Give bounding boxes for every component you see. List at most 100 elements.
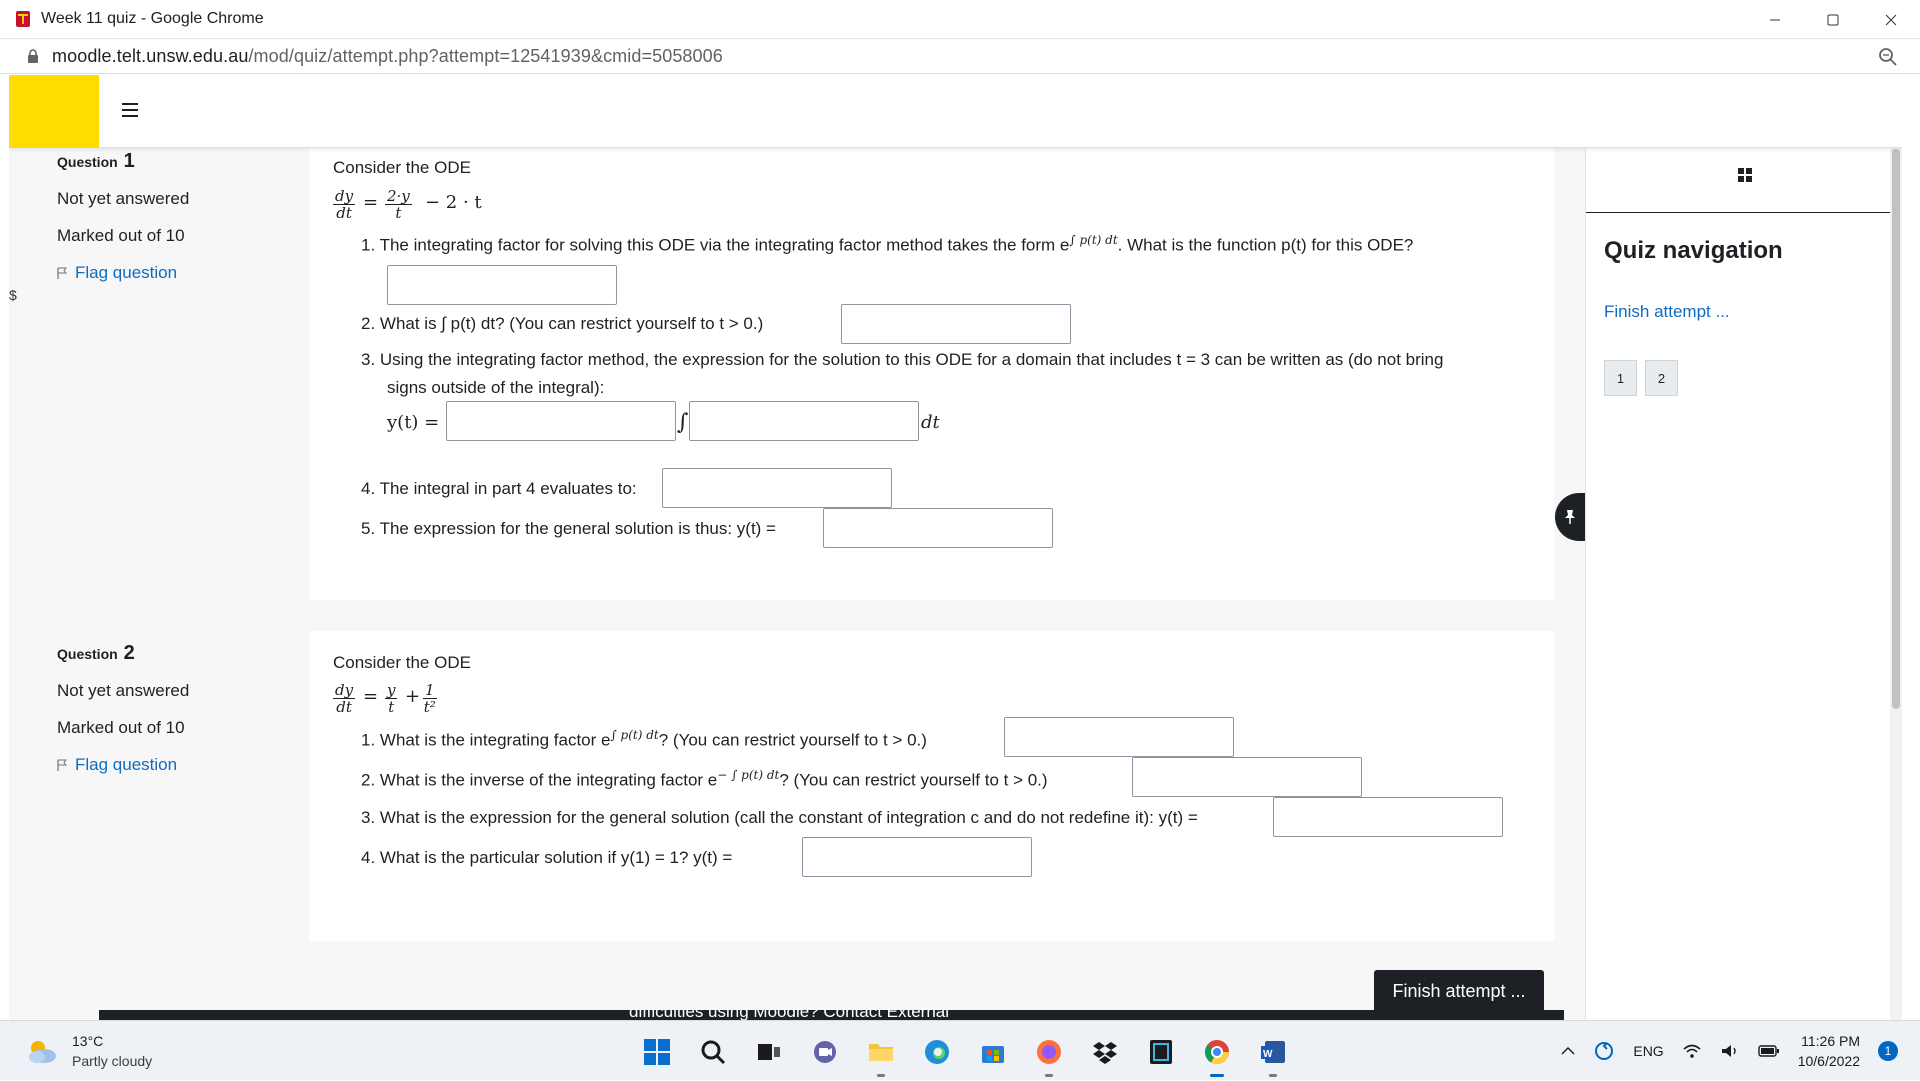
question-intro: Consider the ODE [333, 653, 471, 672]
question-2-info: Question 2 Not yet answered Marked out of… [57, 642, 277, 775]
firefox-icon[interactable] [1032, 1035, 1066, 1077]
q2-item-3: 3. What is the expression for the genera… [361, 808, 1198, 827]
q1-answer-2[interactable] [841, 304, 1071, 344]
q1-item-3: 3. Using the integrating factor method, … [361, 350, 1444, 369]
system-tray: ENG 11:26 PM 10/6/2022 1 [1561, 1021, 1898, 1081]
pin-icon [1565, 510, 1575, 524]
windows-taskbar: 13°C Partly cloudy W ENG 11:26 PM 10/6/2… [0, 1020, 1920, 1080]
q2-answer-4[interactable] [802, 837, 1032, 877]
sync-icon[interactable] [1593, 1040, 1615, 1062]
ode-rhs-rest: − 2 · t [425, 192, 482, 213]
drawer-title: Quiz navigation [1604, 237, 1783, 264]
task-view-icon[interactable] [752, 1035, 786, 1069]
unsw-crest-icon [16, 11, 30, 27]
question-grade: Marked out of 10 [57, 226, 185, 245]
q2-item-1: 1. What is the integrating factor e∫ p(t… [361, 728, 927, 750]
question-nav-buttons: 1 2 [1604, 360, 1678, 396]
close-icon[interactable] [1862, 0, 1920, 39]
scrollbar-thumb[interactable] [1892, 149, 1900, 709]
dropbox-icon[interactable] [1088, 1035, 1122, 1069]
file-explorer-icon[interactable] [864, 1035, 898, 1077]
weather-condition: Partly cloudy [72, 1053, 153, 1069]
site-logo[interactable] [9, 75, 99, 148]
q2-answer-3[interactable] [1273, 797, 1503, 837]
q2-answer-1[interactable] [1004, 717, 1234, 757]
clock-time: 11:26 PM [1801, 1033, 1860, 1049]
lock-icon[interactable] [27, 48, 39, 64]
finish-attempt-link[interactable]: Finish attempt ... [1604, 302, 1730, 322]
page-scrollbar[interactable] [1890, 75, 1902, 1020]
q1-answer-5[interactable] [823, 508, 1053, 548]
volume-icon[interactable] [1720, 1043, 1740, 1059]
chrome-icon[interactable] [1200, 1035, 1234, 1077]
q1-item-2: 2. What is ∫ p(t) dt? (You can restrict … [361, 314, 764, 333]
question-number: Question 1 [57, 150, 135, 172]
q1-solution-lhs: y(t) = [387, 412, 440, 433]
finish-attempt-button[interactable]: Finish attempt ... [1374, 970, 1544, 1013]
store-icon[interactable] [976, 1035, 1010, 1069]
footer-text[interactable]: difficulties using Moodle? Contact Exter… [629, 1010, 949, 1020]
question-state: Not yet answered [57, 681, 190, 700]
zoom-icon[interactable] [1878, 47, 1898, 67]
start-icon[interactable] [640, 1035, 674, 1069]
page-footer: difficulties using Moodle? Contact Exter… [99, 1010, 1564, 1020]
q1-answer-1[interactable] [387, 265, 617, 305]
q1-item-3-cont: signs outside of the integral): [387, 378, 605, 397]
q2-answer-2[interactable] [1132, 757, 1362, 797]
clock-date: 10/6/2022 [1797, 1053, 1860, 1069]
question-number: Question 2 [57, 642, 135, 664]
question-nav-button-1[interactable]: 1 [1604, 360, 1637, 396]
address-bar[interactable]: moodle.telt.unsw.edu.au/mod/quiz/attempt… [0, 39, 1920, 74]
q1-item-5: 5. The expression for the general soluti… [361, 519, 776, 538]
edge-icon[interactable] [920, 1035, 954, 1069]
language-indicator[interactable]: ENG [1633, 1043, 1663, 1059]
q1-answer-3a[interactable] [446, 401, 676, 441]
notification-badge[interactable]: 1 [1878, 1041, 1898, 1061]
flag-icon [57, 759, 67, 771]
ode-plus: + [405, 686, 421, 707]
weather-widget[interactable]: 13°C Partly cloudy [24, 1033, 152, 1069]
edge-glyph: $ [9, 287, 17, 303]
search-icon[interactable] [696, 1035, 730, 1069]
notebook-app-icon[interactable] [1144, 1035, 1178, 1069]
ode-fraction-2: 1 t² [423, 681, 437, 716]
q1-answer-4[interactable] [662, 468, 892, 508]
chevron-up-icon[interactable] [1561, 1046, 1575, 1056]
taskbar-clock[interactable]: 11:26 PM 10/6/2022 [1798, 1031, 1860, 1071]
drawer-toggle-button[interactable] [1555, 493, 1585, 541]
question-grade: Marked out of 10 [57, 718, 185, 737]
q1-item-1: 1. The integrating factor for solving th… [361, 233, 1414, 255]
question-nav-button-2[interactable]: 2 [1645, 360, 1678, 396]
q2-item-2: 2. What is the inverse of the integratin… [361, 768, 1048, 790]
drawer-header [1586, 148, 1890, 213]
ode-rhs-fraction: 2·y t [385, 187, 412, 222]
menu-hamburger-icon[interactable] [122, 103, 138, 117]
window-titlebar: Week 11 quiz - Google Chrome [0, 0, 1920, 39]
moodle-page: $ Question 1 Not yet answered Marked out … [9, 75, 1902, 1020]
chat-icon[interactable] [808, 1035, 842, 1069]
ode-lhs-fraction: dy dt [333, 681, 356, 716]
window-controls [1746, 0, 1920, 39]
q1-item-4: 4. The integral in part 4 evaluates to: [361, 479, 637, 498]
ode-fraction-1: yt [385, 681, 398, 716]
flag-question-link[interactable]: Flag question [57, 263, 277, 283]
taskbar-apps: W [640, 1035, 1290, 1077]
weather-temperature: 13°C [72, 1033, 104, 1049]
ode-equals: = [363, 192, 379, 213]
q1-answer-3b[interactable] [689, 401, 919, 441]
word-icon[interactable]: W [1256, 1035, 1290, 1077]
wifi-icon[interactable] [1682, 1043, 1702, 1059]
minimize-icon[interactable] [1746, 0, 1804, 39]
grid-icon[interactable] [1738, 168, 1752, 182]
top-navbar [9, 75, 1902, 148]
maximize-icon[interactable] [1804, 0, 1862, 39]
window-title: Week 11 quiz - Google Chrome [41, 10, 264, 27]
q2-item-4: 4. What is the particular solution if y(… [361, 848, 733, 867]
question-1-content: Consider the ODE dy dt = 2·y t − 2 · t 1. … [309, 148, 1554, 600]
flag-question-link[interactable]: Flag question [57, 755, 277, 775]
q1-integral-sign: ∫ [677, 410, 689, 435]
battery-icon[interactable] [1758, 1043, 1780, 1059]
url-text[interactable]: moodle.telt.unsw.edu.au/mod/quiz/attempt… [52, 46, 723, 67]
quiz-navigation-drawer: Quiz navigation Finish attempt ... 1 2 [1585, 148, 1890, 1020]
question-state: Not yet answered [57, 189, 190, 208]
